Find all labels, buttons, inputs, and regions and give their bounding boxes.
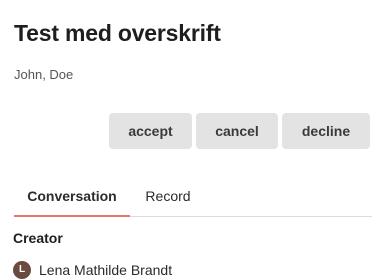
action-buttons: accept cancel decline xyxy=(109,113,370,149)
creator-heading: Creator xyxy=(13,230,63,246)
creator-name: Lena Mathilde Brandt xyxy=(39,262,173,278)
creator-item[interactable]: L Lena Mathilde Brandt xyxy=(13,261,172,279)
tab-conversation[interactable]: Conversation xyxy=(14,178,130,217)
accept-button[interactable]: accept xyxy=(109,113,192,149)
avatar: L xyxy=(13,261,31,279)
cancel-button[interactable]: cancel xyxy=(196,113,278,149)
tab-record[interactable]: Record xyxy=(144,178,192,215)
tab-bar: Conversation Record xyxy=(14,178,372,217)
author-name: John, Doe xyxy=(14,67,74,82)
decline-button[interactable]: decline xyxy=(282,113,370,149)
page-title: Test med overskrift xyxy=(14,20,221,46)
